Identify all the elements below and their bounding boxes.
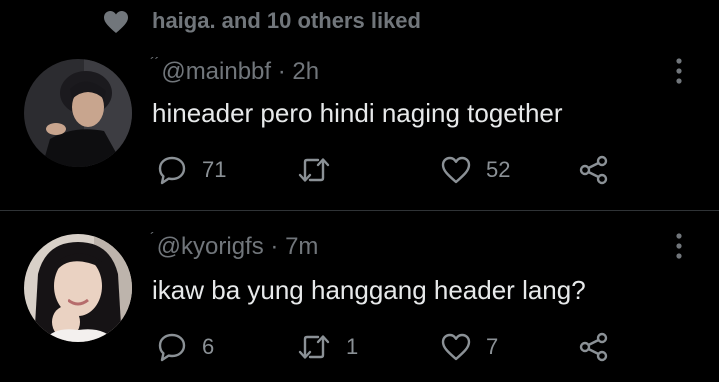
retweet-count: 1 xyxy=(346,334,359,359)
retweet-button[interactable]: 1 xyxy=(296,327,358,367)
like-button[interactable]: 52 xyxy=(440,150,510,190)
reply-button[interactable]: 71 xyxy=(156,150,226,190)
more-icon[interactable] xyxy=(671,56,687,86)
like-icon xyxy=(441,156,471,184)
avatar[interactable] xyxy=(24,234,132,342)
display-name[interactable]: ´ xyxy=(150,229,155,245)
tweet-actions: 71 52 xyxy=(0,150,719,190)
timestamp[interactable]: · 2h xyxy=(271,58,319,85)
display-name[interactable]: ´´ xyxy=(150,54,159,70)
reply-count: 71 xyxy=(202,157,227,182)
like-icon xyxy=(441,333,471,361)
share-button[interactable] xyxy=(578,150,610,190)
reply-icon xyxy=(158,333,186,362)
handle[interactable]: @kyorigfs xyxy=(157,233,264,260)
tweet[interactable]: ´@kyorigfs · 7m ikaw ba yung hanggang he… xyxy=(0,211,719,382)
retweet-button[interactable] xyxy=(296,150,346,190)
retweet-icon xyxy=(298,335,330,359)
timestamp[interactable]: · 7m xyxy=(264,233,318,260)
reply-icon xyxy=(158,156,186,185)
retweet-icon xyxy=(298,158,330,182)
reply-button[interactable]: 6 xyxy=(156,327,214,367)
share-icon xyxy=(579,155,608,185)
handle[interactable]: @mainbbf xyxy=(161,58,271,85)
like-button[interactable]: 7 xyxy=(440,327,498,367)
tweet[interactable]: ´´@mainbbf · 2h hineader pero hindi nagi… xyxy=(0,0,719,210)
share-button[interactable] xyxy=(578,327,610,367)
tweet-header: ´@kyorigfs · 7m xyxy=(150,229,318,261)
share-icon xyxy=(579,332,608,362)
more-icon[interactable] xyxy=(671,231,687,261)
tweet-header: ´´@mainbbf · 2h xyxy=(150,54,319,86)
tweet-text: hineader pero hindi naging together xyxy=(152,98,563,128)
like-count: 7 xyxy=(486,334,499,359)
like-count: 52 xyxy=(486,157,511,182)
reply-count: 6 xyxy=(202,334,215,359)
tweet-text: ikaw ba yung hanggang header lang? xyxy=(152,275,586,305)
tweet-actions: 6 1 7 xyxy=(0,327,719,367)
